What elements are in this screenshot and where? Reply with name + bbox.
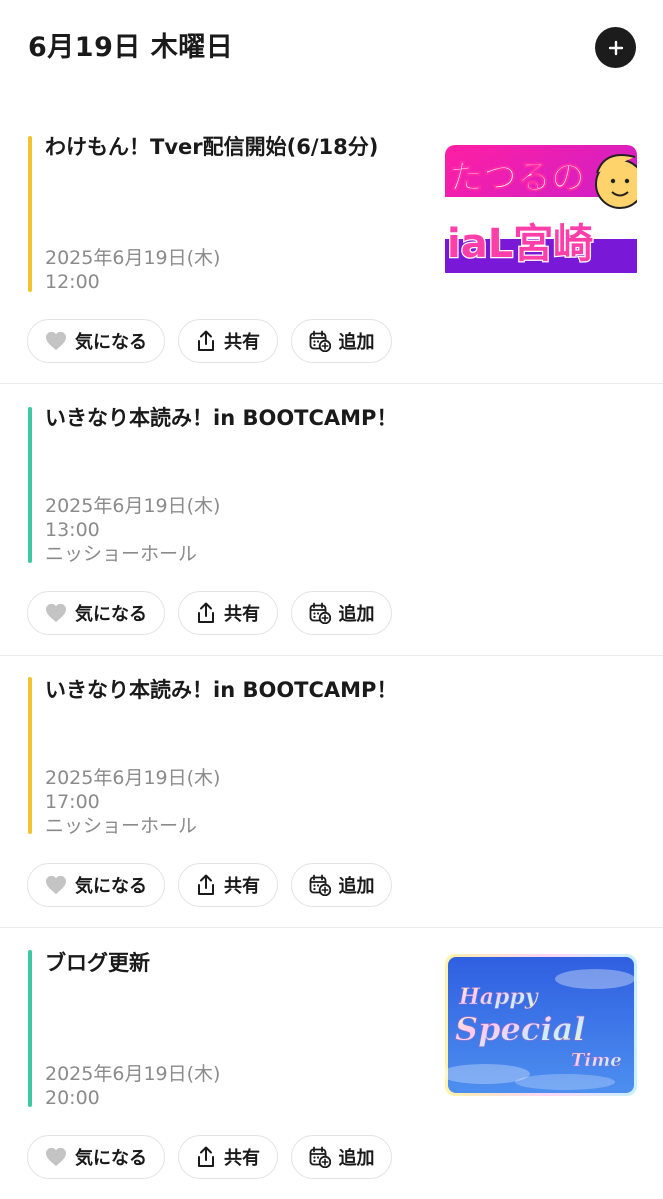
like-label: 気になる bbox=[75, 332, 147, 353]
like-button[interactable]: 気になる bbox=[27, 319, 165, 363]
like-button[interactable]: 気になる bbox=[27, 863, 165, 907]
share-label: 共有 bbox=[224, 876, 260, 897]
like-label: 気になる bbox=[75, 604, 147, 625]
event-accent-bar bbox=[28, 136, 32, 292]
share-icon bbox=[196, 602, 216, 624]
event-actions: 気になる 共有 追加 bbox=[27, 863, 405, 907]
calendar-add-icon bbox=[309, 874, 331, 896]
event-meta: 2025年6月19日(木) 17:00 ニッショーホール bbox=[45, 766, 220, 838]
event-time: 17:00 bbox=[45, 791, 100, 813]
event-item[interactable]: ブログ更新 2025年6月19日(木) 20:00 Happy Special … bbox=[0, 928, 663, 1199]
thumbnail-text-bottom: iaL宮崎 bbox=[447, 221, 593, 267]
share-icon bbox=[196, 1146, 216, 1168]
event-title: いきなり本読み！in BOOTCAMP！ bbox=[45, 678, 398, 702]
calendar-add-icon bbox=[309, 602, 331, 624]
like-button[interactable]: 気になる bbox=[27, 591, 165, 635]
event-time: 12:00 bbox=[45, 271, 100, 293]
heart-icon bbox=[45, 603, 67, 623]
event-time: 20:00 bbox=[45, 1087, 100, 1109]
calendar-add-icon bbox=[309, 330, 331, 352]
page-title: 6月19日 木曜日 bbox=[28, 32, 234, 63]
thumbnail-line3: Time bbox=[571, 1050, 622, 1071]
event-venue: ニッショーホール bbox=[45, 543, 198, 565]
event-title: わけもん！Tver配信開始(6/18分) bbox=[45, 135, 379, 159]
heart-icon bbox=[45, 331, 67, 351]
event-date: 2025年6月19日(木) bbox=[45, 247, 221, 269]
thumbnail-line1: Happy bbox=[458, 984, 540, 1010]
event-meta: 2025年6月19日(木) 12:00 bbox=[45, 246, 220, 294]
thumbnail-line2: Special bbox=[455, 1010, 585, 1048]
share-icon bbox=[196, 330, 216, 352]
event-thumbnail[interactable]: たつるの iaL宮崎 bbox=[445, 139, 637, 281]
add-label: 追加 bbox=[338, 604, 375, 625]
event-date: 2025年6月19日(木) bbox=[45, 767, 221, 789]
share-button[interactable]: 共有 bbox=[178, 863, 278, 907]
event-accent-bar bbox=[28, 407, 32, 563]
thumbnail-text-top: たつるの bbox=[449, 158, 585, 198]
schedule-page: 6月19日 木曜日 わけもん！Tver配信開始(6/18分) 2025年6月19… bbox=[0, 0, 663, 1199]
heart-icon bbox=[45, 875, 67, 895]
event-thumbnail[interactable]: Happy Special Time bbox=[445, 954, 637, 1096]
event-date: 2025年6月19日(木) bbox=[45, 495, 221, 517]
share-label: 共有 bbox=[224, 604, 260, 625]
event-date: 2025年6月19日(木) bbox=[45, 1063, 221, 1085]
add-event-button[interactable] bbox=[595, 27, 636, 68]
event-item[interactable]: いきなり本読み！in BOOTCAMP！ 2025年6月19日(木) 17:00… bbox=[0, 656, 663, 928]
event-actions: 気になる 共有 追加 bbox=[27, 319, 405, 363]
event-accent-bar bbox=[28, 950, 32, 1107]
heart-icon bbox=[45, 1147, 67, 1167]
calendar-add-icon bbox=[309, 1146, 331, 1168]
add-to-calendar-button[interactable]: 追加 bbox=[291, 591, 392, 635]
event-meta: 2025年6月19日(木) 13:00 ニッショーホール bbox=[45, 494, 220, 566]
event-venue: ニッショーホール bbox=[45, 815, 198, 837]
event-item[interactable]: わけもん！Tver配信開始(6/18分) 2025年6月19日(木) 12:00… bbox=[0, 100, 663, 384]
event-actions: 気になる 共有 追加 bbox=[27, 1135, 405, 1179]
like-label: 気になる bbox=[75, 876, 147, 897]
add-label: 追加 bbox=[338, 1148, 375, 1169]
event-title: ブログ更新 bbox=[45, 951, 150, 975]
add-to-calendar-button[interactable]: 追加 bbox=[291, 1135, 392, 1179]
event-accent-bar bbox=[28, 677, 32, 834]
event-time: 13:00 bbox=[45, 519, 100, 541]
share-button[interactable]: 共有 bbox=[178, 591, 278, 635]
add-to-calendar-button[interactable]: 追加 bbox=[291, 863, 392, 907]
plus-icon bbox=[608, 40, 623, 55]
event-meta: 2025年6月19日(木) 20:00 bbox=[45, 1062, 220, 1110]
event-actions: 気になる 共有 追加 bbox=[27, 591, 405, 635]
share-button[interactable]: 共有 bbox=[178, 319, 278, 363]
event-title: いきなり本読み！in BOOTCAMP！ bbox=[45, 406, 398, 430]
share-label: 共有 bbox=[224, 1148, 260, 1169]
like-button[interactable]: 気になる bbox=[27, 1135, 165, 1179]
add-label: 追加 bbox=[338, 332, 375, 353]
add-label: 追加 bbox=[338, 876, 375, 897]
event-item[interactable]: いきなり本読み！in BOOTCAMP！ 2025年6月19日(木) 13:00… bbox=[0, 384, 663, 656]
share-label: 共有 bbox=[224, 332, 260, 353]
like-label: 気になる bbox=[75, 1148, 147, 1169]
share-button[interactable]: 共有 bbox=[178, 1135, 278, 1179]
share-icon bbox=[196, 874, 216, 896]
day-header: 6月19日 木曜日 bbox=[0, 0, 663, 100]
add-to-calendar-button[interactable]: 追加 bbox=[291, 319, 392, 363]
